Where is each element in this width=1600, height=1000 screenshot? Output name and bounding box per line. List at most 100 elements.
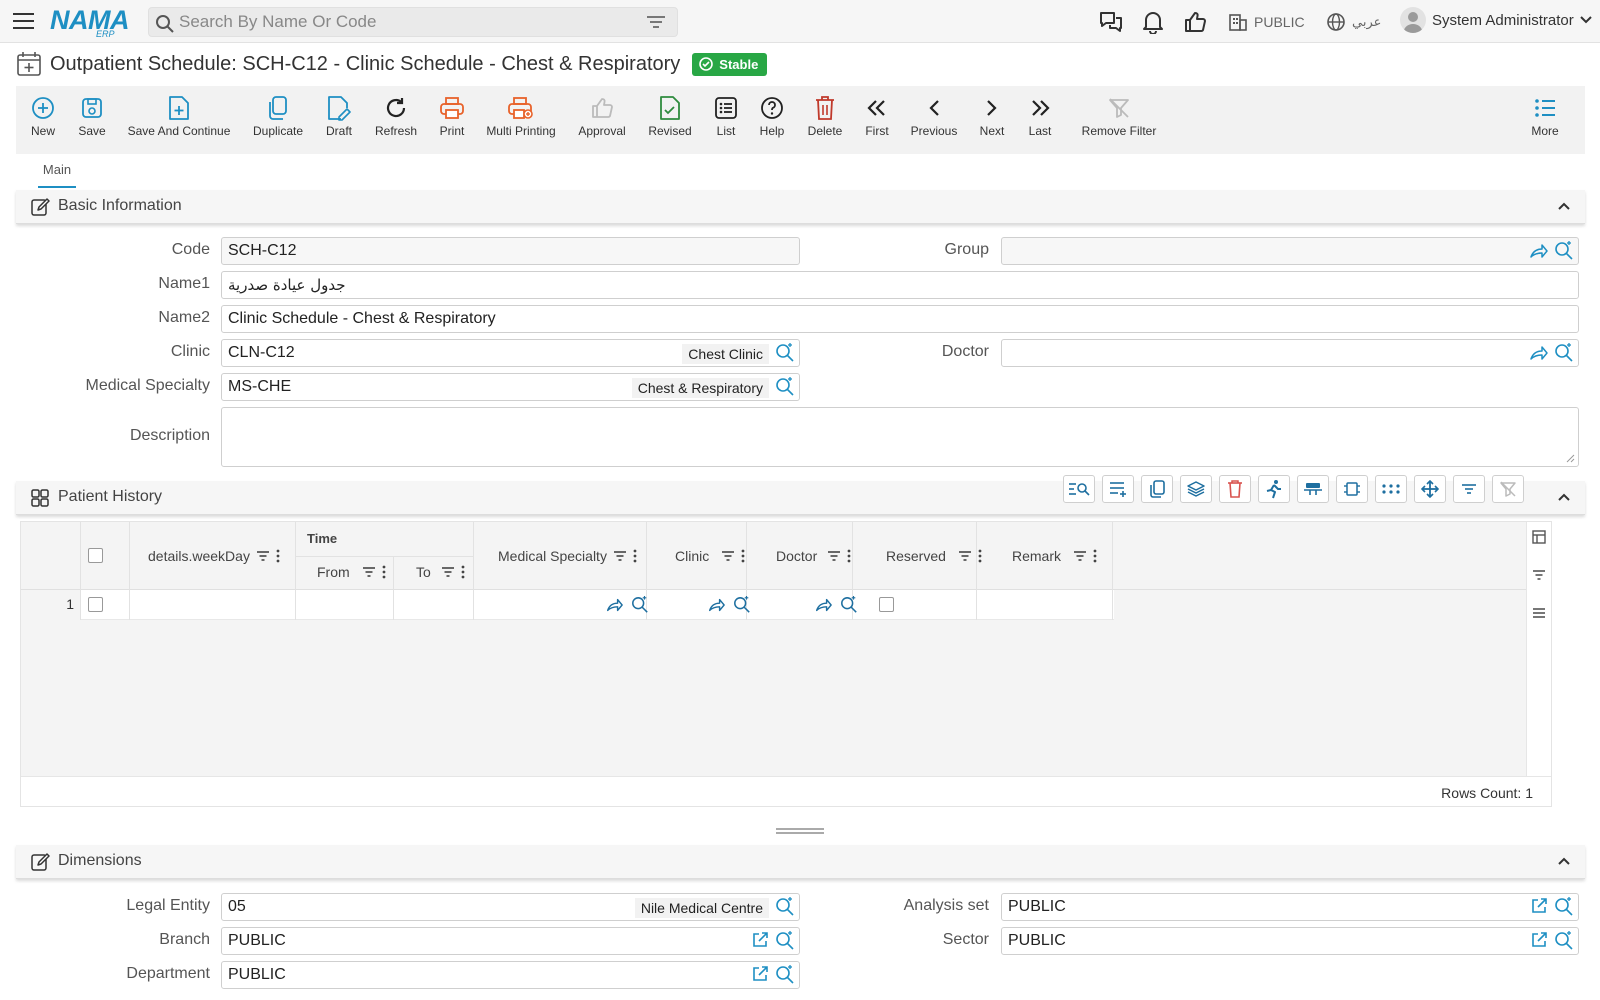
group-field[interactable]: [1001, 237, 1579, 265]
run-icon[interactable]: [1258, 475, 1290, 503]
thumbs-up-icon[interactable]: [1183, 9, 1207, 35]
share-arrow-icon[interactable]: [605, 596, 623, 614]
language-selector[interactable]: عربي: [1326, 9, 1381, 35]
share-arrow-icon[interactable]: [1528, 343, 1548, 363]
lookup-search-icon[interactable]: [733, 596, 751, 614]
filter-icon[interactable]: [647, 15, 665, 29]
grid-search-icon[interactable]: [1063, 475, 1095, 503]
select-all-checkbox[interactable]: [88, 548, 103, 563]
save-and-continue-button[interactable]: Save And Continue: [119, 94, 239, 138]
column-menu-icon[interactable]: [382, 565, 386, 579]
column-from[interactable]: From: [317, 564, 386, 580]
user-menu[interactable]: System Administrator: [1400, 7, 1592, 33]
external-link-icon[interactable]: [751, 965, 769, 985]
basic-information-header[interactable]: Basic Information: [16, 190, 1585, 224]
lookup-search-icon[interactable]: [775, 897, 795, 917]
column-menu-icon[interactable]: [1093, 549, 1097, 563]
department-field[interactable]: PUBLIC: [221, 961, 800, 989]
external-link-icon[interactable]: [1530, 931, 1548, 951]
search-input[interactable]: [179, 11, 629, 33]
lookup-search-icon[interactable]: [775, 965, 795, 985]
column-menu-icon[interactable]: [633, 549, 637, 563]
copy-rows-icon[interactable]: [1141, 475, 1173, 503]
share-arrow-icon[interactable]: [814, 596, 832, 614]
chevron-up-icon[interactable]: [1557, 854, 1571, 868]
name2-field[interactable]: Clinic Schedule - Chest & Respiratory: [221, 305, 1579, 333]
remove-filter-button[interactable]: Remove Filter: [1064, 94, 1174, 138]
lookup-search-icon[interactable]: [1554, 897, 1574, 917]
tab-main[interactable]: Main: [38, 162, 76, 188]
column-filter-icon[interactable]: [256, 550, 270, 562]
filters-panel-icon[interactable]: [1532, 569, 1546, 581]
lookup-search-icon[interactable]: [1554, 241, 1574, 261]
column-filter-icon[interactable]: [1073, 550, 1087, 562]
share-arrow-icon[interactable]: [707, 596, 725, 614]
column-medical-specialty[interactable]: Medical Specialty: [498, 548, 637, 564]
notification-bell-icon[interactable]: [1142, 9, 1164, 35]
column-remark[interactable]: Remark: [1012, 548, 1097, 564]
column-filter-icon[interactable]: [827, 550, 841, 562]
column-to[interactable]: To: [416, 564, 465, 580]
chevron-up-icon[interactable]: [1557, 199, 1571, 213]
table-structure-icon[interactable]: [1297, 475, 1329, 503]
column-reserved[interactable]: Reserved: [886, 548, 982, 564]
branch-field[interactable]: PUBLIC: [221, 927, 800, 955]
column-weekday[interactable]: details.weekDay: [148, 548, 280, 564]
company-selector[interactable]: PUBLIC: [1228, 9, 1305, 35]
column-clinic[interactable]: Clinic: [675, 548, 745, 564]
table-row[interactable]: 1: [21, 590, 1114, 620]
code-field[interactable]: SCH-C12: [221, 237, 800, 265]
print-button[interactable]: Print: [412, 94, 492, 138]
reserved-checkbox[interactable]: [879, 597, 894, 612]
delete-rows-icon[interactable]: [1219, 475, 1251, 503]
chat-icon[interactable]: [1098, 9, 1124, 35]
menu-lines-icon[interactable]: [1532, 607, 1546, 619]
sector-field[interactable]: PUBLIC: [1001, 927, 1579, 955]
more-button[interactable]: More: [1505, 94, 1585, 138]
lookup-search-icon[interactable]: [840, 596, 858, 614]
grid-filter-off-icon[interactable]: [1492, 475, 1524, 503]
column-menu-icon[interactable]: [847, 549, 851, 563]
move-icon[interactable]: [1414, 475, 1446, 503]
column-filter-icon[interactable]: [362, 566, 376, 578]
column-menu-icon[interactable]: [276, 549, 280, 563]
column-doctor[interactable]: Doctor: [776, 548, 851, 564]
column-menu-icon[interactable]: [741, 549, 745, 563]
lookup-search-icon[interactable]: [1554, 931, 1574, 951]
column-filter-icon[interactable]: [721, 550, 735, 562]
legal-entity-field[interactable]: 05 Nile Medical Centre: [221, 893, 800, 921]
app-logo[interactable]: NAMA ERP: [50, 5, 130, 39]
lookup-search-icon[interactable]: [1554, 343, 1574, 363]
description-textarea[interactable]: [221, 407, 1579, 467]
column-menu-icon[interactable]: [978, 549, 982, 563]
grid-resize-handle[interactable]: [776, 828, 824, 834]
analysis-set-field[interactable]: PUBLIC: [1001, 893, 1579, 921]
add-rows-icon[interactable]: [1102, 475, 1134, 503]
columns-panel-icon[interactable]: [1532, 530, 1546, 544]
column-filter-icon[interactable]: [613, 550, 627, 562]
resize-grip-icon[interactable]: [1565, 453, 1575, 463]
menu-icon[interactable]: [12, 10, 36, 32]
column-filter-icon[interactable]: [441, 566, 455, 578]
dots-grid-icon[interactable]: [1375, 475, 1407, 503]
dimensions-header[interactable]: Dimensions: [16, 845, 1585, 879]
column-menu-icon[interactable]: [461, 565, 465, 579]
layers-icon[interactable]: [1180, 475, 1212, 503]
medical-specialty-field[interactable]: MS-CHE Chest & Respiratory: [221, 373, 800, 401]
external-link-icon[interactable]: [1530, 897, 1548, 917]
fit-columns-icon[interactable]: [1336, 475, 1368, 503]
name1-field[interactable]: جدول عيادة صدرية: [221, 271, 1579, 299]
chevron-up-icon[interactable]: [1557, 490, 1571, 504]
share-arrow-icon[interactable]: [1528, 241, 1548, 261]
grid-filter-icon[interactable]: [1453, 475, 1485, 503]
external-link-icon[interactable]: [751, 931, 769, 951]
lookup-search-icon[interactable]: [775, 377, 795, 397]
multi-printing-button[interactable]: Multi Printing: [481, 94, 561, 138]
doctor-field[interactable]: [1001, 339, 1579, 367]
row-select-checkbox[interactable]: [88, 597, 103, 612]
clinic-field[interactable]: CLN-C12 Chest Clinic: [221, 339, 800, 367]
lookup-search-icon[interactable]: [631, 596, 649, 614]
column-filter-icon[interactable]: [958, 550, 972, 562]
lookup-search-icon[interactable]: [775, 931, 795, 951]
lookup-search-icon[interactable]: [775, 343, 795, 363]
